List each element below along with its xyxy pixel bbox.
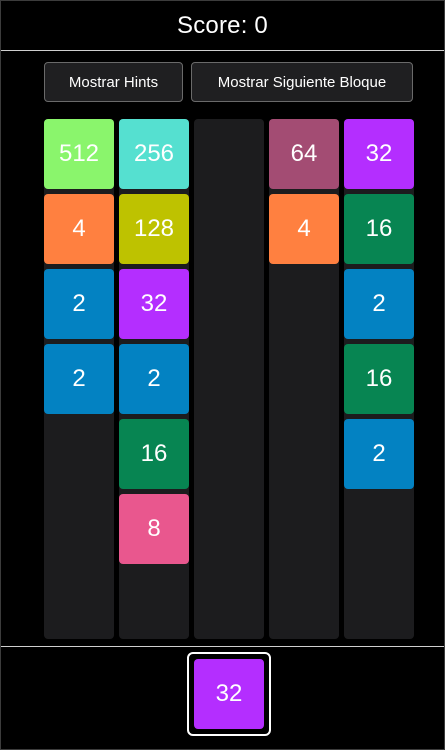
column-2[interactable]: 256 128 32 2 16 8 (119, 119, 189, 639)
tile: 32 (119, 269, 189, 339)
tile: 256 (119, 119, 189, 189)
next-block-frame: 32 (187, 652, 271, 736)
tile: 128 (119, 194, 189, 264)
column-3[interactable] (194, 119, 264, 639)
tile: 16 (344, 344, 414, 414)
score-label: Score: 0 (177, 11, 268, 39)
tile: 512 (44, 119, 114, 189)
tile: 64 (269, 119, 339, 189)
tile: 16 (344, 194, 414, 264)
column-1[interactable]: 512 4 2 2 (44, 119, 114, 639)
tile: 2 (344, 419, 414, 489)
tile: 32 (344, 119, 414, 189)
tile: 2 (119, 344, 189, 414)
tile: 8 (119, 494, 189, 564)
tile: 4 (44, 194, 114, 264)
column-4[interactable]: 64 4 (269, 119, 339, 639)
show-next-block-button[interactable]: Mostrar Siguiente Bloque (191, 62, 413, 102)
tile: 2 (44, 269, 114, 339)
footer-divider (1, 646, 444, 647)
show-hints-button[interactable]: Mostrar Hints (44, 62, 183, 102)
game-board: Score: 0 Mostrar Hints Mostrar Siguiente… (0, 0, 445, 750)
tile: 2 (44, 344, 114, 414)
tile: 4 (269, 194, 339, 264)
tile: 16 (119, 419, 189, 489)
column-5[interactable]: 32 16 2 16 2 (344, 119, 414, 639)
next-block-tile: 32 (194, 659, 264, 729)
tile: 2 (344, 269, 414, 339)
header: Score: 0 (1, 1, 444, 51)
